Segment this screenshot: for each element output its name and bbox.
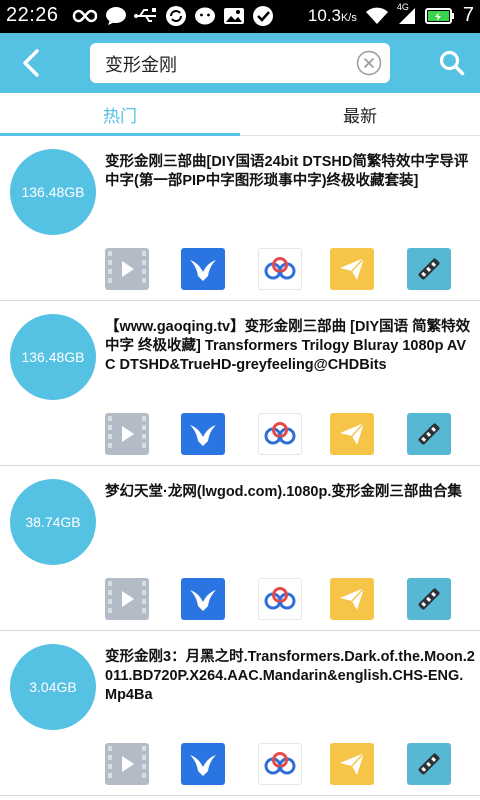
cell-signal: 4G: [397, 2, 417, 26]
baidu-cloud-button[interactable]: [258, 413, 302, 455]
back-button[interactable]: [10, 43, 54, 83]
network-unit: K/s: [340, 11, 357, 24]
signal-type: 4G: [396, 1, 409, 12]
send-button[interactable]: [330, 248, 374, 290]
size-badge: 136.48GB: [10, 314, 96, 400]
baidu-cloud-button[interactable]: [258, 578, 302, 620]
clear-icon: [356, 50, 382, 76]
baidu-cloud-icon: [264, 752, 296, 775]
wifi-icon: [365, 7, 388, 24]
search-query[interactable]: 变形金刚: [105, 51, 177, 77]
clear-search-button[interactable]: [356, 50, 382, 76]
baidu-cloud-button[interactable]: [258, 248, 302, 290]
play-button[interactable]: [105, 743, 149, 785]
search-button[interactable]: [432, 43, 472, 83]
sync-icon: [166, 6, 186, 26]
battery-icon: [424, 7, 454, 24]
play-icon: [108, 581, 146, 613]
search-icon: [439, 50, 465, 76]
network-speed: 10.3: [307, 5, 341, 25]
search-input[interactable]: 变形金刚: [90, 43, 390, 83]
send-button[interactable]: [330, 578, 374, 620]
chevron-left-icon: [23, 49, 39, 77]
baidu-cloud-icon: [264, 587, 296, 610]
magnet-link-button[interactable]: [407, 578, 451, 620]
item-title[interactable]: 变形金刚三部曲[DIY国语24bit DTSHD简繁特效中字导评中字(第一部PI…: [105, 153, 475, 191]
item-actions: [105, 248, 475, 292]
magnet-link-icon: [418, 423, 440, 445]
chat-bubble-icon: [106, 7, 126, 25]
list-item[interactable]: 3.04GB 变形金刚3：月黑之时.Transformers.Dark.of.t…: [0, 632, 480, 796]
paper-plane-icon: [340, 752, 365, 775]
paper-plane-icon: [340, 587, 365, 610]
item-actions: [105, 413, 475, 457]
item-title[interactable]: 【www.gaoqing.tv】变形金刚三部曲 [DIY国语 简繁特效中字 终极…: [105, 318, 475, 375]
play-button[interactable]: [105, 413, 149, 455]
magnet-link-icon: [418, 588, 440, 610]
item-actions: [105, 578, 475, 622]
xunlei-bird-icon: [190, 425, 216, 446]
send-button[interactable]: [330, 413, 374, 455]
list-item[interactable]: 136.48GB 【www.gaoqing.tv】变形金刚三部曲 [DIY国语 …: [0, 302, 480, 466]
magnet-link-icon: [418, 753, 440, 775]
tab-latest[interactable]: 最新: [240, 93, 480, 136]
check-circle-icon: [253, 6, 273, 26]
paper-plane-icon: [340, 422, 365, 445]
play-icon: [108, 746, 146, 778]
magnet-link-icon: [418, 258, 440, 280]
list-item[interactable]: 38.74GB 梦幻天堂·龙网(lwgod.com).1080p.变形金刚三部曲…: [0, 467, 480, 631]
status-time: 22:26: [6, 4, 59, 26]
send-button[interactable]: [330, 743, 374, 785]
play-button[interactable]: [105, 578, 149, 620]
baidu-cloud-icon: [264, 257, 296, 280]
image-icon: [224, 8, 244, 24]
magnet-link-button[interactable]: [407, 743, 451, 785]
tab-bar: 热门 最新: [0, 93, 480, 136]
play-icon: [108, 416, 146, 448]
size-badge: 38.74GB: [10, 479, 96, 565]
status-right: 10.3K/s 4G 7: [307, 2, 474, 27]
xunlei-bird-icon: [190, 755, 216, 776]
infinity-icon: [72, 9, 98, 23]
item-title[interactable]: 变形金刚3：月黑之时.Transformers.Dark.of.the.Moon…: [105, 648, 475, 705]
battery-number: 7: [462, 4, 474, 26]
xunlei-download-button[interactable]: [181, 578, 225, 620]
usb-icon: [134, 8, 156, 22]
wechat-icon: [195, 7, 215, 25]
play-button[interactable]: [105, 248, 149, 290]
xunlei-bird-icon: [190, 260, 216, 281]
notification-icons: [72, 5, 274, 27]
paper-plane-icon: [340, 257, 365, 280]
size-badge: 136.48GB: [10, 149, 96, 235]
app-header: 变形金刚: [0, 33, 480, 93]
xunlei-download-button[interactable]: [181, 248, 225, 290]
magnet-link-button[interactable]: [407, 413, 451, 455]
baidu-cloud-button[interactable]: [258, 743, 302, 785]
active-tab-indicator: [0, 133, 240, 136]
xunlei-download-button[interactable]: [181, 413, 225, 455]
status-bar: 22:26 10.3K/s 4G 7: [0, 0, 480, 33]
item-title[interactable]: 梦幻天堂·龙网(lwgod.com).1080p.变形金刚三部曲合集: [105, 483, 475, 502]
size-badge: 3.04GB: [10, 644, 96, 730]
list-item[interactable]: 136.48GB 变形金刚三部曲[DIY国语24bit DTSHD简繁特效中字导…: [0, 137, 480, 301]
play-icon: [108, 251, 146, 283]
baidu-cloud-icon: [264, 422, 296, 445]
item-actions: [105, 743, 475, 787]
xunlei-download-button[interactable]: [181, 743, 225, 785]
xunlei-bird-icon: [190, 590, 216, 611]
tab-hot[interactable]: 热门: [0, 93, 240, 136]
magnet-link-button[interactable]: [407, 248, 451, 290]
